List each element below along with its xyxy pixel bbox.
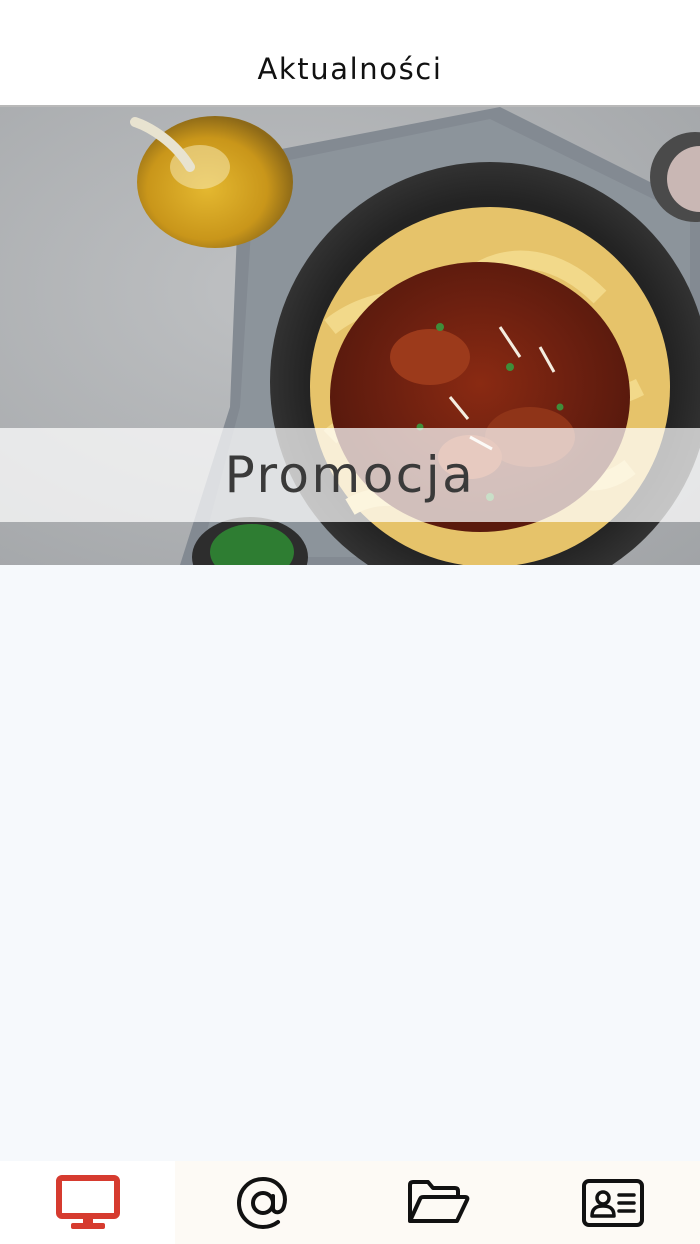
folder-open-icon: [407, 1179, 469, 1223]
bottom-tab-bar: [0, 1161, 700, 1244]
contact-card-icon: [581, 1178, 644, 1227]
top-bar: Aktualności: [0, 0, 700, 107]
tab-contact-card[interactable]: [525, 1161, 700, 1244]
promo-card[interactable]: Promocja: [0, 107, 700, 565]
page-title: Aktualności: [257, 52, 443, 86]
monitor-icon: [55, 1174, 120, 1229]
promo-label: Promocja: [224, 446, 476, 504]
tab-files[interactable]: [350, 1161, 525, 1244]
at-sign-icon: [236, 1176, 287, 1229]
tab-news[interactable]: [0, 1161, 175, 1244]
app-screen: Aktualności Promocja: [0, 0, 700, 1244]
tab-contact-email[interactable]: [175, 1161, 350, 1244]
promo-caption-band: Promocja: [0, 428, 700, 522]
